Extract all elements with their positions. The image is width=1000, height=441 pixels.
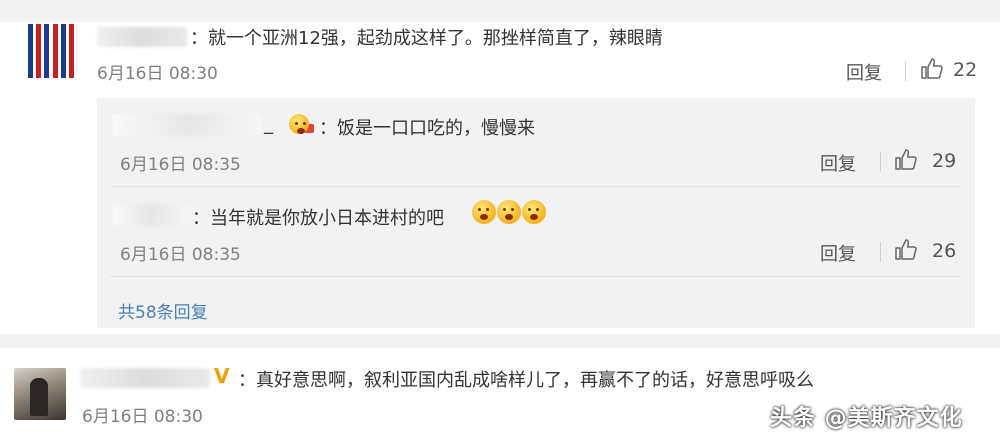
comment-timestamp: 6月16日 08:30	[97, 64, 218, 84]
comment-timestamp: 6月16日 08:30	[82, 407, 203, 427]
more-replies-link[interactable]: 共58条回复	[118, 298, 208, 323]
like-count: 29	[932, 150, 957, 172]
reply-timestamp: 6月16日 08:35	[120, 245, 241, 265]
divider	[880, 242, 881, 262]
reply-divider	[110, 276, 960, 277]
divider	[905, 61, 906, 81]
blurred-username[interactable]	[112, 204, 190, 226]
reply-button[interactable]: 回复	[820, 150, 856, 176]
reply-button[interactable]: 回复	[846, 59, 882, 85]
blurred-username[interactable]	[112, 114, 262, 136]
like-thumb-icon[interactable]	[894, 148, 918, 172]
blurred-username[interactable]	[80, 368, 210, 388]
reply-text: ：饭是一口口吃的，慢慢来	[319, 118, 535, 139]
photo-avatar-icon[interactable]	[14, 368, 66, 420]
like-thumb-icon[interactable]	[894, 238, 918, 262]
like-count: 22	[953, 59, 978, 81]
like-count: 26	[932, 240, 957, 262]
reply-divider	[110, 186, 960, 187]
emoji-badge-icon	[289, 114, 314, 135]
scream-emoji-icon	[472, 200, 547, 224]
comment-text: ：真好意思啊，叙利亚国内乱成啥样儿了，再赢不了的话，好意思呼吸么	[238, 370, 814, 391]
watermark: 头条 @美斯齐文化	[770, 406, 963, 431]
like-thumb-icon[interactable]	[920, 57, 944, 81]
reply-button[interactable]: 回复	[820, 240, 856, 266]
reply-text: ：当年就是你放小日本进村的吧	[192, 208, 444, 229]
comment-text: ：就一个亚洲12强，起劲成这样了。那挫样简直了，辣眼睛	[190, 28, 663, 49]
v-verified-icon: V	[214, 364, 230, 388]
blurred-username[interactable]	[97, 27, 187, 47]
reply-timestamp: 6月16日 08:35	[120, 155, 241, 175]
striped-flag-avatar-icon[interactable]	[24, 24, 78, 78]
top-separator	[0, 0, 1000, 22]
comment-separator	[0, 334, 1000, 348]
reply-username-suffix[interactable]: _	[264, 114, 273, 135]
divider	[880, 152, 881, 172]
